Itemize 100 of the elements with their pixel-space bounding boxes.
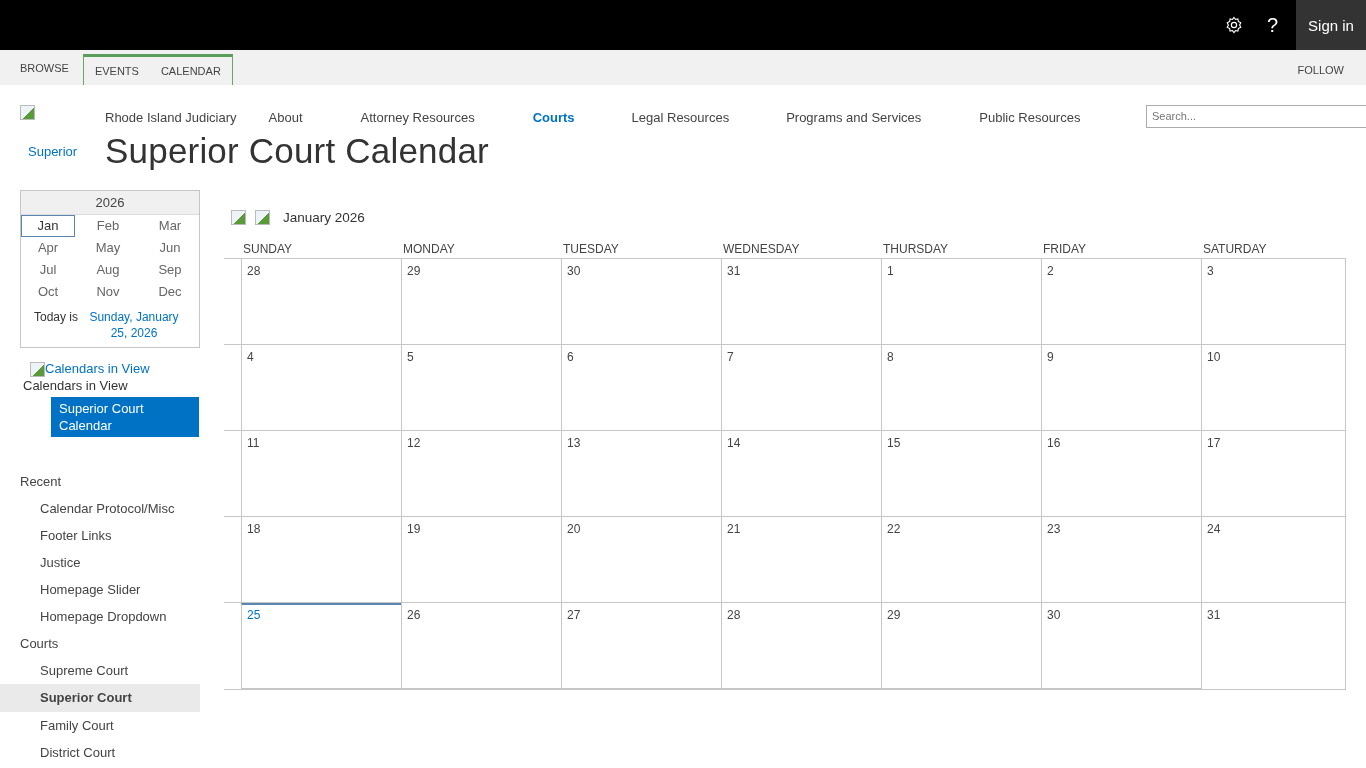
- nav-item[interactable]: Family Court: [0, 712, 200, 739]
- day-cell[interactable]: 11: [241, 431, 401, 517]
- day-number: 31: [727, 264, 741, 278]
- month-item[interactable]: Jun: [141, 237, 199, 259]
- month-item[interactable]: May: [75, 237, 141, 259]
- nav-item[interactable]: Supreme Court: [0, 657, 200, 684]
- day-cell[interactable]: 6: [561, 345, 721, 431]
- month-item[interactable]: Feb: [75, 215, 141, 237]
- day-cell[interactable]: 10: [1201, 345, 1346, 431]
- image-alt-link[interactable]: Calendars in View: [45, 361, 150, 377]
- weekday-header: SATURDAY: [1201, 240, 1346, 259]
- nav-item[interactable]: Justice: [0, 549, 200, 576]
- month-item[interactable]: Dec: [141, 281, 199, 303]
- nav-link[interactable]: Legal Resources: [631, 107, 730, 125]
- day-cell[interactable]: 27: [561, 603, 721, 689]
- day-cell[interactable]: 4: [241, 345, 401, 431]
- day-cell[interactable]: 16: [1041, 431, 1201, 517]
- day-cell[interactable]: 7: [721, 345, 881, 431]
- nav-item[interactable]: Homepage Slider: [0, 576, 200, 603]
- month-item[interactable]: Oct: [21, 281, 75, 303]
- day-number: 4: [247, 350, 254, 364]
- day-cell[interactable]: 31: [1201, 603, 1346, 689]
- nav-link[interactable]: Courts: [532, 107, 575, 125]
- day-cell[interactable]: 23: [1041, 517, 1201, 603]
- site-link[interactable]: Superior: [20, 144, 105, 159]
- day-cell[interactable]: 18: [241, 517, 401, 603]
- nav-heading[interactable]: Recent: [0, 468, 200, 495]
- day-number: 2: [1047, 264, 1054, 278]
- day-cell[interactable]: 12: [401, 431, 561, 517]
- day-number: 16: [1047, 436, 1061, 450]
- nav-link[interactable]: Attorney Resources: [360, 107, 475, 125]
- day-number: 11: [247, 436, 260, 450]
- nav-link[interactable]: About: [268, 107, 303, 125]
- day-cell[interactable]: 30: [561, 259, 721, 345]
- day-cell[interactable]: 26: [401, 603, 561, 689]
- nav-item[interactable]: Footer Links: [0, 522, 200, 549]
- month-item[interactable]: Jul: [21, 259, 75, 281]
- today-link[interactable]: Sunday, January 25, 2026: [82, 309, 186, 341]
- day-cell[interactable]: 25: [241, 603, 401, 689]
- month-item[interactable]: Apr: [21, 237, 75, 259]
- nav-item[interactable]: Homepage Dropdown: [0, 603, 200, 630]
- day-number: 12: [407, 436, 421, 450]
- settings-icon[interactable]: [1224, 16, 1243, 34]
- day-cell[interactable]: 24: [1201, 517, 1346, 603]
- month-item[interactable]: Mar: [141, 215, 199, 237]
- day-cell[interactable]: 1: [881, 259, 1041, 345]
- weekday-header: THURSDAY: [881, 240, 1041, 259]
- day-cell[interactable]: 2: [1041, 259, 1201, 345]
- day-number: 31: [1207, 608, 1221, 622]
- day-cell[interactable]: 20: [561, 517, 721, 603]
- day-cell[interactable]: 8: [881, 345, 1041, 431]
- nav-item[interactable]: District Court: [0, 739, 200, 766]
- nav-link[interactable]: Programs and Services: [786, 107, 922, 125]
- broken-image-icon[interactable]: [231, 209, 246, 225]
- day-cell[interactable]: 3: [1201, 259, 1346, 345]
- day-number: 21: [727, 522, 741, 536]
- weekday-header: WEDNESDAY: [721, 240, 881, 259]
- broken-image-icon: [20, 105, 35, 120]
- day-cell[interactable]: 28: [241, 259, 401, 345]
- help-icon[interactable]: ?: [1266, 13, 1278, 37]
- year-header[interactable]: 2026: [21, 191, 199, 215]
- search-field[interactable]: Search...: [1146, 104, 1366, 128]
- ribbon-tab[interactable]: CALENDAR: [149, 57, 232, 88]
- day-cell[interactable]: 13: [561, 431, 721, 517]
- day-number: 7: [727, 350, 734, 364]
- month-item[interactable]: Sep: [141, 259, 199, 281]
- day-number: 6: [567, 350, 574, 364]
- ribbon-tab[interactable]: BROWSE: [9, 54, 80, 85]
- day-number: 29: [887, 608, 901, 622]
- calendar-item[interactable]: Superior Court Calendar: [51, 397, 199, 437]
- nav-heading[interactable]: Courts: [0, 630, 200, 657]
- day-cell[interactable]: 29: [881, 603, 1041, 689]
- day-cell[interactable]: 5: [401, 345, 561, 431]
- broken-image-icon[interactable]: [255, 209, 270, 225]
- month-item[interactable]: Aug: [75, 259, 141, 281]
- follow-link[interactable]: FOLLOW: [1297, 55, 1344, 85]
- day-cell[interactable]: 9: [1041, 345, 1201, 431]
- day-number: 14: [727, 436, 741, 450]
- day-number: 28: [247, 264, 261, 278]
- day-cell[interactable]: 28: [721, 603, 881, 689]
- nav-item[interactable]: Superior Court: [0, 684, 200, 712]
- day-number: 30: [567, 264, 581, 278]
- day-cell[interactable]: 19: [401, 517, 561, 603]
- day-cell[interactable]: 14: [721, 431, 881, 517]
- month-item[interactable]: Nov: [75, 281, 141, 303]
- day-cell[interactable]: 31: [721, 259, 881, 345]
- nav-item[interactable]: Calendar Protocol/Misc: [0, 495, 200, 522]
- nav-link[interactable]: Rhode Island Judiciary: [105, 107, 237, 125]
- sign-in-button[interactable]: Sign in: [1296, 0, 1366, 50]
- day-number: 3: [1207, 264, 1214, 278]
- day-cell[interactable]: 29: [401, 259, 561, 345]
- nav-link[interactable]: Public Resources: [979, 107, 1081, 125]
- ribbon-tab[interactable]: EVENTS: [83, 57, 150, 88]
- day-cell[interactable]: 21: [721, 517, 881, 603]
- day-number: 10: [1207, 350, 1221, 364]
- day-cell[interactable]: 15: [881, 431, 1041, 517]
- day-cell[interactable]: 30: [1041, 603, 1201, 689]
- day-cell[interactable]: 17: [1201, 431, 1346, 517]
- day-cell[interactable]: 22: [881, 517, 1041, 603]
- month-item[interactable]: Jan: [21, 215, 75, 237]
